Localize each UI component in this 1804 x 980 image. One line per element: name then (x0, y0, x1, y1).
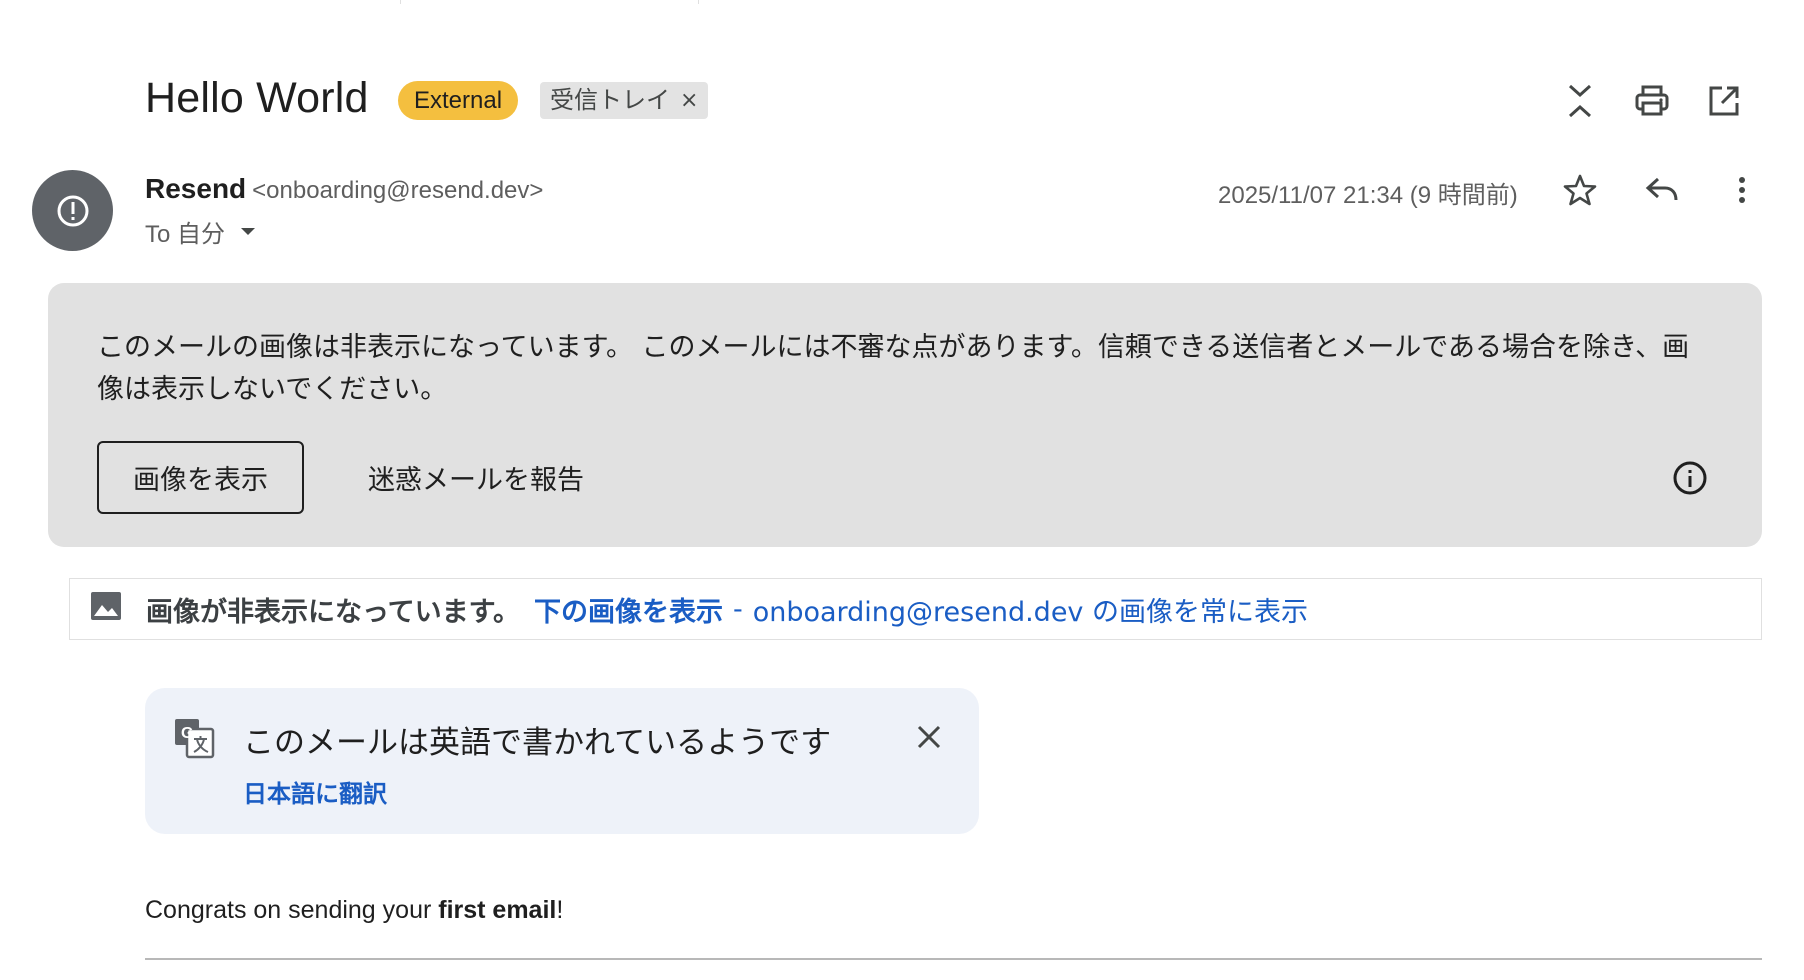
info-icon[interactable] (1668, 456, 1712, 500)
suspicious-email-warning (48, 283, 1762, 547)
reply-icon[interactable] (1640, 168, 1684, 212)
recipient-line: To 自分 (145, 214, 256, 249)
close-icon[interactable] (905, 713, 953, 761)
inbox-label-text: 受信トレイ (550, 86, 670, 114)
open-in-new-window-icon[interactable] (1702, 79, 1746, 123)
recipient-label: To 自分 (145, 221, 226, 248)
image-placeholder-icon (90, 591, 122, 628)
show-details-caret-icon[interactable] (241, 228, 256, 235)
link-separator: - (732, 593, 743, 625)
show-images-button[interactable]: 画像を表示 (97, 441, 304, 514)
warning-message: このメールの画像は非表示になっています。 このメールには不審な点があります。信頼… (97, 332, 1690, 405)
body-divider (145, 958, 1762, 960)
top-divider (0, 0, 1804, 4)
sender-avatar-warning-icon[interactable] (32, 170, 113, 251)
images-hidden-status: 画像が非表示になっています。 (146, 596, 520, 628)
print-icon[interactable] (1630, 79, 1674, 123)
email-date: 2025/11/07 21:34 (9 時間前) (1218, 182, 1518, 209)
inbox-label-chip: 受信トレイ × (540, 82, 709, 119)
translate-message: このメールは英語で書かれているようです (243, 725, 832, 761)
show-images-below-link[interactable]: 下の画像を表示 (534, 590, 723, 629)
external-badge: External (398, 81, 519, 120)
star-icon[interactable] (1558, 168, 1602, 212)
sender-line: Resend <onboarding@resend.dev> (145, 173, 543, 205)
always-show-images-link[interactable]: onboarding@resend.dev の画像を常に表示 (753, 590, 1308, 629)
email-subject: Hello World (145, 74, 369, 122)
body-text-prefix: Congrats on sending your (145, 896, 439, 924)
svg-text:G: G (181, 725, 193, 742)
translate-to-japanese-link[interactable]: 日本語に翻訳 (243, 774, 387, 809)
sender-address: <onboarding@resend.dev> (252, 177, 544, 204)
sender-name[interactable]: Resend (145, 173, 246, 204)
report-spam-button[interactable]: 迷惑メールを報告 (350, 441, 602, 514)
translate-icon: G (173, 717, 215, 759)
collapse-all-icon[interactable] (1558, 79, 1602, 123)
body-text-bold: first email (438, 896, 557, 924)
more-options-icon[interactable] (1720, 168, 1764, 212)
images-hidden-bar: 画像が非表示になっています。 下の画像を表示 - onboarding@rese… (69, 578, 1762, 640)
email-body-text: Congrats on sending your first email! (145, 896, 563, 925)
remove-label-icon[interactable]: × (680, 82, 698, 119)
body-text-suffix: ! (556, 896, 564, 924)
